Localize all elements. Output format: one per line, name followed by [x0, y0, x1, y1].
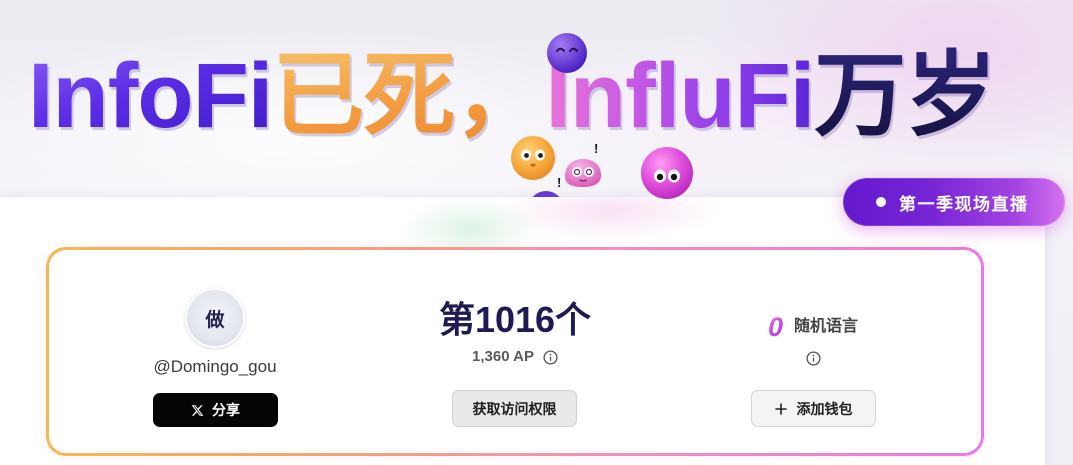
title-part-dead: 已死，	[272, 45, 546, 147]
plus-icon	[774, 402, 787, 415]
rank-position: 第1016个	[438, 299, 592, 340]
mascot-pink-blob	[565, 159, 601, 187]
live-stream-label: 第一季现场直播	[899, 194, 1029, 214]
get-access-button[interactable]: 获取访问权限	[452, 390, 577, 427]
x-logo-icon	[191, 404, 204, 416]
title-part-long-live: 万岁	[814, 45, 997, 147]
live-stream-button[interactable]: 第一季现场直播	[843, 178, 1065, 226]
get-access-label: 获取访问权限	[472, 400, 557, 417]
user-handle: @Domingo_gou	[153, 357, 277, 376]
exclaim-mark: !	[594, 141, 599, 156]
share-button-label: 分享	[212, 402, 240, 418]
points-row: 1,360 AP	[365, 348, 665, 366]
points-value: 1,360 AP	[472, 348, 534, 365]
info-icon[interactable]	[543, 349, 558, 365]
exclaim-mark: !	[557, 175, 562, 190]
profile-card: 做 @Domingo_gou 分享 第1016个 1,360 AP 获取访问权限…	[46, 247, 984, 456]
mascot-magenta-ball	[641, 147, 693, 199]
add-wallet-label: 添加钱包	[796, 400, 853, 417]
add-wallet-button[interactable]: 添加钱包	[751, 390, 876, 427]
language-label: 随机语言	[794, 318, 859, 335]
live-dot-icon	[876, 197, 886, 207]
language-count: 0	[767, 312, 783, 342]
title-part-infofi: InfoFi	[28, 45, 273, 147]
share-on-x-button[interactable]: 分享	[153, 393, 278, 427]
mascot-orange-ball	[511, 136, 555, 180]
info-icon[interactable]	[806, 351, 821, 366]
avatar: 做	[185, 288, 245, 348]
mascot-purple-ball	[547, 33, 587, 73]
banner-title: InfoFi已死，InfluFi万岁	[28, 50, 997, 142]
language-row: 0 随机语言	[663, 313, 963, 341]
